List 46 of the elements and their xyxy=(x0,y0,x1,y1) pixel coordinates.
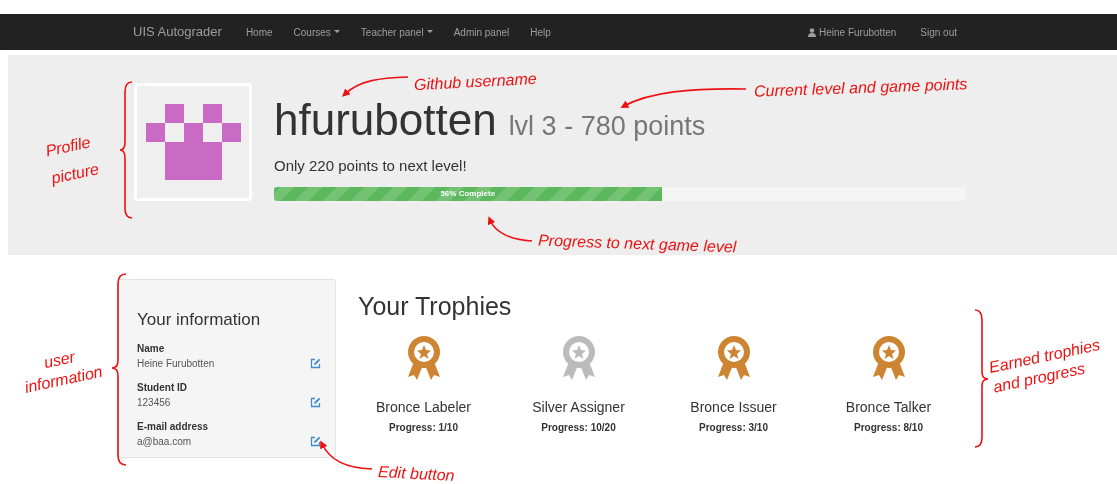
level-points: lvl 3 - 780 points xyxy=(508,110,706,143)
user-icon xyxy=(808,27,816,37)
brace-icon xyxy=(119,81,133,219)
leader-line xyxy=(320,440,373,470)
nav-link[interactable]: Admin panel xyxy=(453,24,510,40)
brand-name[interactable]: UIS Autograder xyxy=(133,22,222,42)
field-label: E-mail address xyxy=(137,419,210,434)
edit-button[interactable] xyxy=(310,435,321,447)
sign-out-link[interactable]: Sign out xyxy=(920,24,957,40)
annotation-text: Github username xyxy=(413,68,538,96)
trophy-name: Bronce Talker xyxy=(845,398,932,417)
annotation-text: Earned trophies and progress xyxy=(987,334,1103,398)
brace-icon xyxy=(974,309,989,448)
field-label: Student ID xyxy=(137,380,188,395)
next-level-text: Only 220 points to next level! xyxy=(274,155,468,176)
edit-icon xyxy=(310,435,321,447)
leader-line xyxy=(488,216,533,242)
field-value: a@baa.com xyxy=(137,434,193,449)
nav-link[interactable]: Help xyxy=(530,24,551,40)
field-label: Name xyxy=(137,341,166,356)
caret-icon xyxy=(333,30,340,34)
nav-link[interactable]: Home xyxy=(245,24,273,40)
field-value: 123456 xyxy=(137,395,172,410)
annotation-text: user information xyxy=(22,347,105,398)
trophy-name: Silver Assigner xyxy=(532,398,625,417)
caret-icon xyxy=(426,30,433,34)
annotation-text: Progress to next game level xyxy=(537,230,737,258)
annotation-text: Edit button xyxy=(377,462,456,484)
edit-icon xyxy=(310,357,321,369)
username: hfurubotten xyxy=(274,95,497,145)
trophy-name: Bronce Labeler xyxy=(376,398,471,417)
annotation-text: Current level and game points xyxy=(753,74,968,102)
brace-icon xyxy=(111,273,127,466)
trophy-name: Bronce Issuer xyxy=(690,398,777,417)
leader-line xyxy=(341,76,409,97)
field-value: Heine Furubotten xyxy=(137,356,216,371)
edit-button[interactable] xyxy=(310,396,321,408)
trophies-title: Your Trophies xyxy=(358,291,513,321)
edit-icon xyxy=(310,396,321,408)
annotation-text: Profile picture xyxy=(43,132,102,189)
info-title: Your information xyxy=(137,309,262,331)
nav-link[interactable]: Teacher panel xyxy=(360,24,433,40)
nav-link[interactable]: Courses xyxy=(293,24,340,40)
progress-label: 56% Complete xyxy=(440,188,496,200)
user-link[interactable]: Heine Furubotten xyxy=(808,24,897,40)
edit-button[interactable] xyxy=(310,357,321,369)
